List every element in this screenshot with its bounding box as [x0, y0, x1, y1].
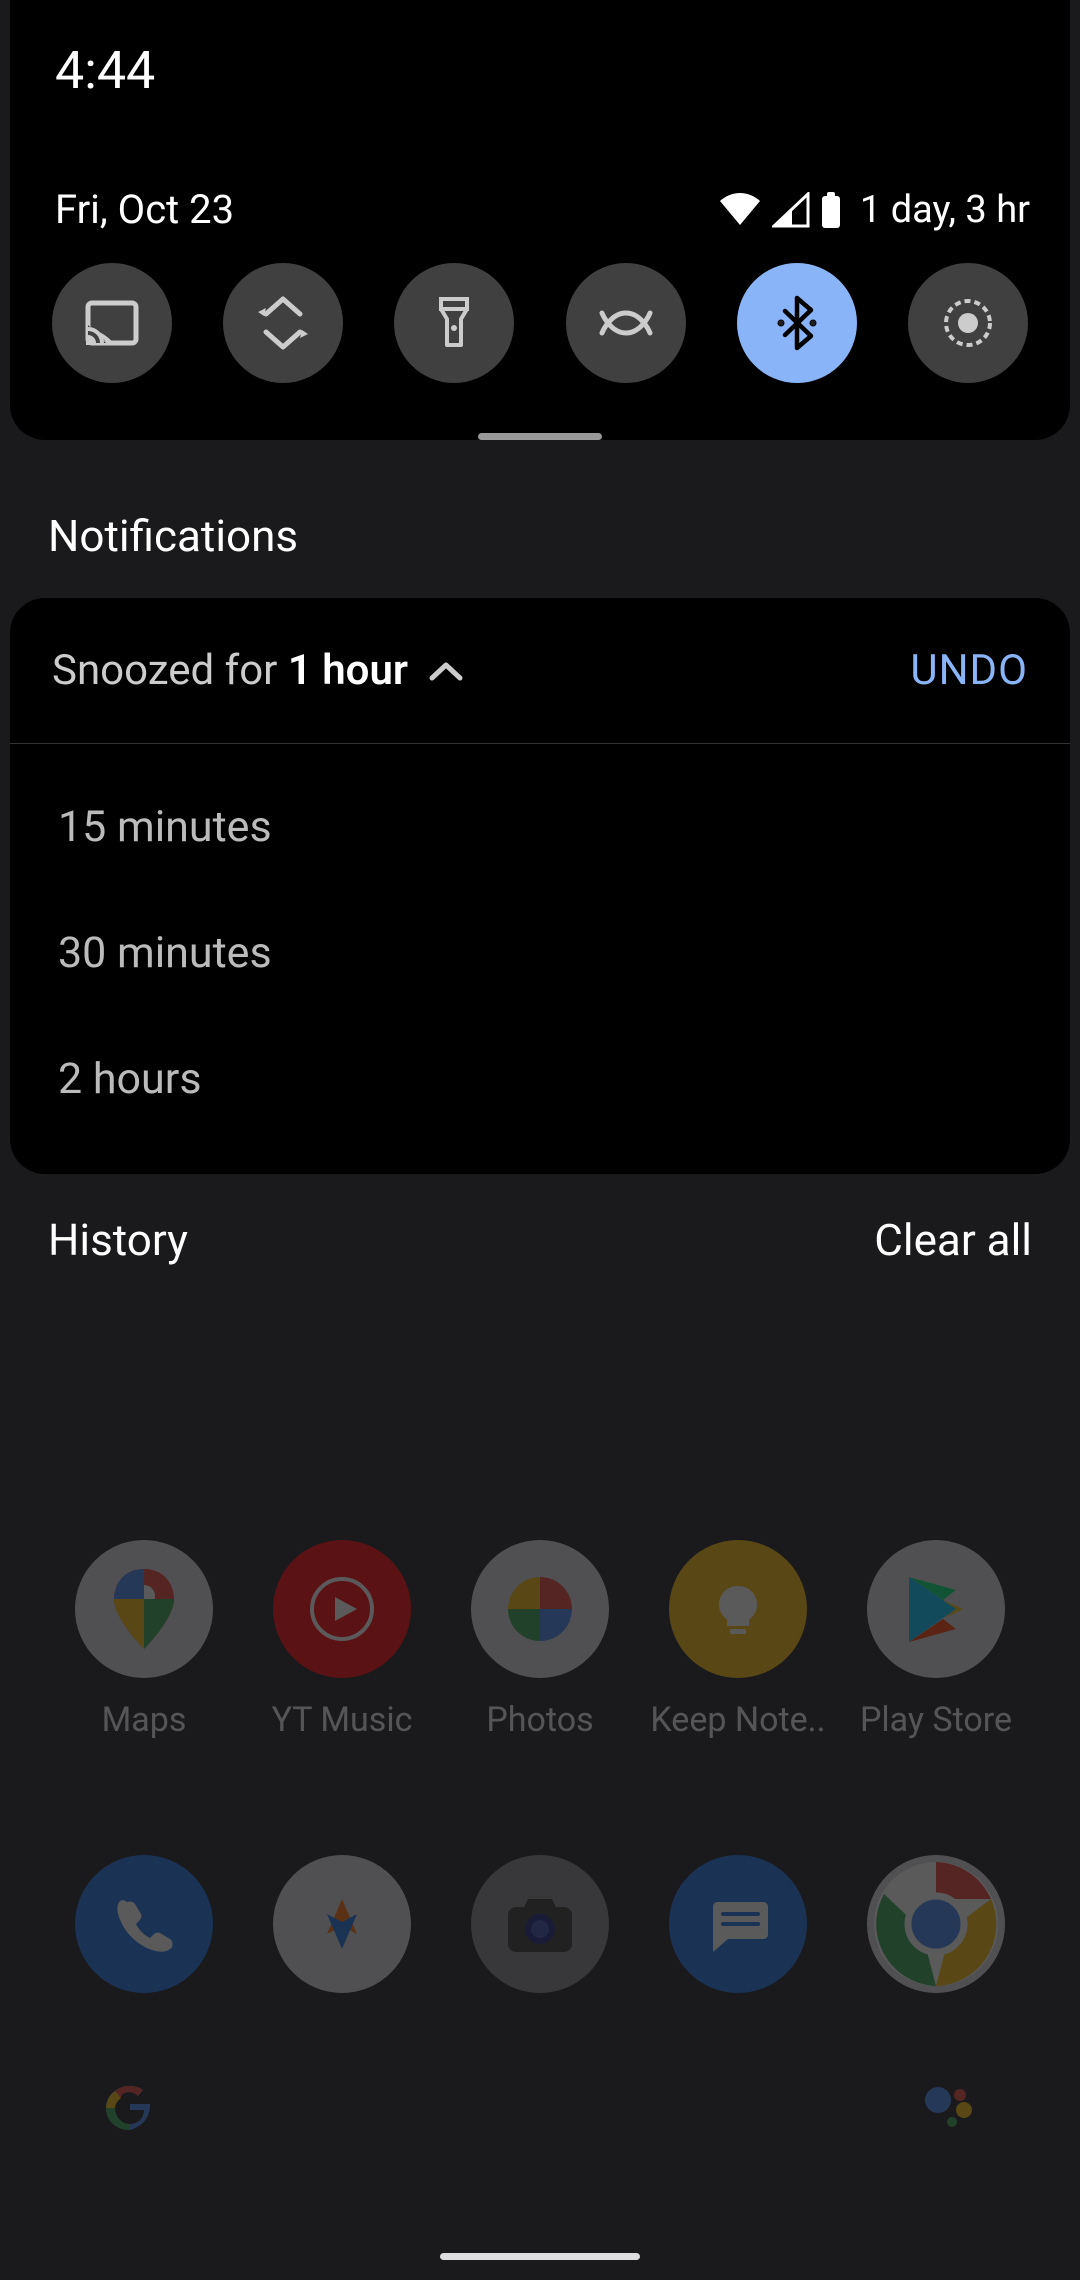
snooze-option-2hours[interactable]: 2 hours [10, 1016, 1070, 1142]
snooze-option-15min[interactable]: 15 minutes [10, 764, 1070, 890]
app-maps[interactable]: Maps [74, 1540, 214, 1740]
home-bottom-icons [0, 2080, 1080, 2140]
battery-text: 1 day, 3 hr [860, 188, 1030, 232]
app-compass[interactable] [272, 1855, 412, 1993]
snooze-card: Snoozed for 1 hour UNDO 15 minutes 30 mi… [10, 598, 1070, 1174]
snooze-header: Snoozed for 1 hour UNDO [10, 598, 1070, 744]
app-label: Play Store [860, 1700, 1012, 1740]
flashlight-icon [437, 295, 471, 351]
qs-tile-auto-rotate[interactable] [223, 263, 343, 383]
snooze-text: Snoozed for 1 hour [52, 646, 408, 695]
auto-rotate-icon [254, 294, 312, 352]
clock-time: 4:44 [10, 40, 1070, 186]
battery-icon [820, 192, 842, 228]
qs-tile-screen-record[interactable] [908, 263, 1028, 383]
status-row: Fri, Oct 23 1 day, 3 hr [10, 186, 1070, 233]
snooze-options-list: 15 minutes 30 minutes 2 hours [10, 744, 1070, 1174]
notifications-title: Notifications [0, 458, 1080, 598]
home-app-row: Maps YT Music Photos Keep Note.. Play St… [0, 1540, 1080, 1740]
app-phone[interactable] [74, 1855, 214, 1993]
snooze-duration-selector[interactable]: Snoozed for 1 hour [52, 646, 464, 695]
app-keep-notes[interactable]: Keep Note.. [668, 1540, 808, 1740]
google-assistant-icon[interactable] [920, 2080, 980, 2140]
app-camera[interactable] [470, 1855, 610, 1993]
cellular-signal-icon [772, 192, 810, 228]
cast-icon [84, 299, 140, 347]
notification-footer: History Clear all [0, 1174, 1080, 1306]
quick-settings-panel: 4:44 Fri, Oct 23 1 day, 3 hr [10, 0, 1070, 440]
clear-all-button[interactable]: Clear all [874, 1214, 1032, 1266]
app-label: Photos [486, 1700, 593, 1740]
quick-settings-tiles [10, 263, 1070, 433]
history-button[interactable]: History [48, 1214, 188, 1266]
date-label[interactable]: Fri, Oct 23 [55, 186, 234, 233]
qs-tile-nearby-share[interactable] [566, 263, 686, 383]
screen-record-icon [941, 296, 995, 350]
qs-expand-handle[interactable] [478, 433, 602, 440]
app-play-store[interactable]: Play Store [866, 1540, 1006, 1740]
snooze-option-30min[interactable]: 30 minutes [10, 890, 1070, 1016]
app-messages[interactable] [668, 1855, 808, 1993]
status-icons: 1 day, 3 hr [718, 188, 1030, 232]
app-yt-music[interactable]: YT Music [272, 1540, 412, 1740]
app-chrome[interactable] [866, 1855, 1006, 1993]
app-label: Maps [102, 1700, 187, 1740]
app-label: Keep Note.. [650, 1700, 825, 1740]
nearby-share-icon [596, 305, 656, 341]
chevron-up-icon [428, 660, 464, 682]
qs-tile-cast[interactable] [52, 263, 172, 383]
qs-tile-bluetooth[interactable] [737, 263, 857, 383]
qs-tile-flashlight[interactable] [394, 263, 514, 383]
app-photos[interactable]: Photos [470, 1540, 610, 1740]
google-search-icon[interactable] [100, 2080, 160, 2140]
app-label: YT Music [272, 1700, 413, 1740]
navigation-handle[interactable] [440, 2253, 640, 2260]
undo-button[interactable]: UNDO [910, 646, 1028, 695]
home-dock-row [0, 1855, 1080, 1993]
wifi-icon [718, 193, 762, 227]
bluetooth-icon [777, 294, 817, 352]
